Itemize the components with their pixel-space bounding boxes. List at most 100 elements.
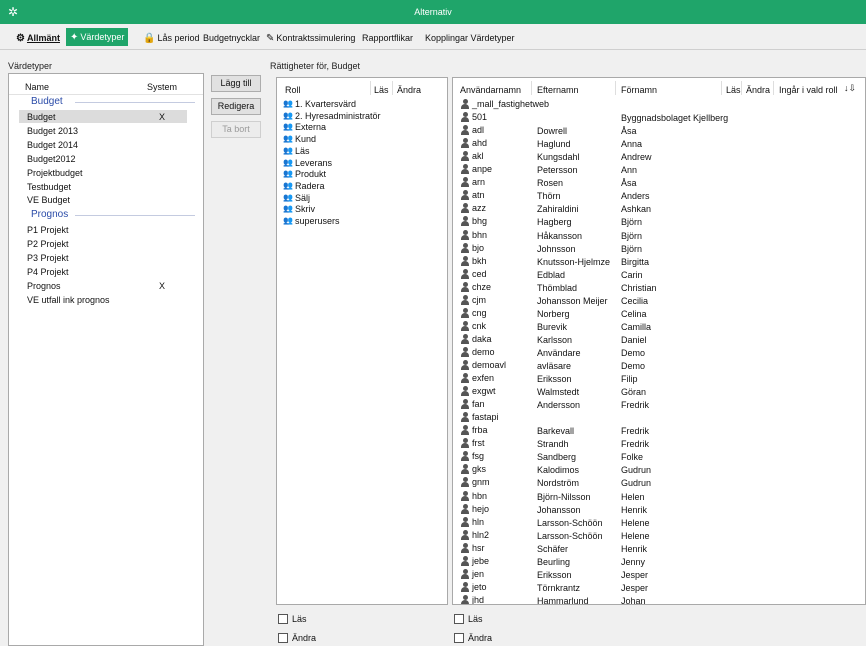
user-username[interactable]: atn [472, 190, 485, 200]
user-username[interactable]: bjo [472, 243, 484, 253]
role-item[interactable]: Läs [295, 146, 310, 156]
user-icon [461, 138, 469, 149]
roles-read-checkbox[interactable] [278, 614, 288, 624]
user-username[interactable]: exgwt [472, 386, 496, 396]
user-icon [461, 386, 469, 397]
user-username[interactable]: hbn [472, 491, 487, 501]
role-item[interactable]: 2. Hyresadministratör [295, 111, 381, 121]
column-header-role[interactable]: Roll [285, 85, 301, 95]
user-username[interactable]: demo [472, 347, 495, 357]
user-icon [461, 503, 469, 514]
list-item-name: P2 Projekt [27, 239, 69, 250]
tab-rapportflikar[interactable]: Rapportflikar [362, 30, 413, 46]
roles-read-label: Läs [292, 614, 307, 624]
edit-button[interactable]: Redigera [211, 98, 261, 115]
user-icon-head [463, 294, 468, 300]
tab-kopplingar-vardetyper[interactable]: Kopplingar Värdetyper [425, 30, 515, 46]
user-username[interactable]: hejo [472, 504, 489, 514]
user-icon [461, 581, 469, 592]
role-item[interactable]: Kund [295, 134, 316, 144]
role-item[interactable]: Radera [295, 181, 325, 191]
user-lastname: Eriksson [537, 569, 572, 580]
tab-budgetnycklar[interactable]: Budgetnycklar [203, 30, 260, 46]
user-username[interactable]: cnk [472, 321, 486, 331]
tab-kontraktssimulering[interactable]: ✎ Kontraktssimulering [266, 30, 355, 46]
user-username[interactable]: fan [472, 399, 485, 409]
user-username[interactable]: akl [472, 151, 484, 161]
user-username[interactable]: ahd [472, 138, 487, 148]
roles-list[interactable]: Roll Läs Ändra 👥 1. Kvartersvärd 👥 2. Hyresadm… [276, 77, 448, 605]
column-header-change[interactable]: Ändra [397, 85, 421, 95]
user-username[interactable]: bkh [472, 256, 487, 266]
user-firstname: Fredrik [621, 400, 650, 411]
user-icon-body [461, 338, 469, 344]
user-username[interactable]: cjm [472, 295, 486, 305]
user-username[interactable]: gks [472, 464, 486, 474]
user-username[interactable]: azz [472, 203, 486, 213]
column-header-firstname[interactable]: Förnamn [621, 85, 657, 95]
role-item[interactable]: 1. Kvartersvärd [295, 99, 356, 109]
tab-vardetyper[interactable]: ✦ Värdetyper [66, 28, 129, 46]
user-username[interactable]: exfen [472, 373, 494, 383]
user-username[interactable]: gnm [472, 477, 490, 487]
user-username[interactable]: frba [472, 425, 488, 435]
list-item-name: P4 Projekt [27, 267, 69, 277]
user-username[interactable]: bhn [472, 230, 487, 240]
user-username[interactable]: chze [472, 282, 491, 292]
values-list[interactable]: Name System Budget Budget X Budget 2013 Budget… [8, 73, 204, 646]
user-firstname: Johan [621, 595, 646, 605]
role-item[interactable]: Leverans [295, 158, 332, 168]
user-username[interactable]: 501 [472, 112, 487, 122]
add-button[interactable]: Lägg till [211, 75, 261, 92]
role-item[interactable]: Produkt [295, 169, 326, 179]
user-username[interactable]: _mall_fastighetweb [472, 99, 549, 109]
user-username[interactable]: daka [472, 334, 492, 344]
user-username[interactable]: frst [472, 438, 485, 448]
user-icon-body [461, 521, 469, 527]
user-username[interactable]: demoavl [472, 360, 506, 370]
user-username[interactable]: fastapi [472, 412, 499, 422]
column-header-system[interactable]: System [147, 82, 177, 92]
users-read-checkbox[interactable] [454, 614, 464, 624]
user-icon [461, 255, 469, 266]
user-username[interactable]: hsr [472, 543, 485, 553]
user-username[interactable]: bhg [472, 216, 487, 226]
column-header-change[interactable]: Ändra [746, 85, 770, 95]
delete-button[interactable]: Ta bort [211, 121, 261, 138]
user-username[interactable]: arn [472, 177, 485, 187]
user-username[interactable]: jeto [472, 582, 487, 592]
role-item[interactable]: Externa [295, 122, 326, 132]
user-username[interactable]: jebe [472, 556, 489, 566]
column-header-read[interactable]: Läs [726, 85, 741, 95]
user-username[interactable]: jen [472, 569, 484, 579]
users-change-checkbox[interactable] [454, 633, 464, 643]
user-username[interactable]: ced [472, 269, 487, 279]
group-users-icon: 👥 [283, 169, 293, 179]
user-lastname: Thömblad [537, 282, 578, 293]
role-item[interactable]: superusers [295, 216, 340, 226]
role-item[interactable]: Sälj [295, 193, 310, 203]
user-username[interactable]: anpe [472, 164, 492, 174]
column-header-read[interactable]: Läs [374, 85, 389, 95]
column-header-username[interactable]: Användarnamn [460, 85, 521, 95]
user-username[interactable]: cng [472, 308, 487, 318]
user-username[interactable]: hln [472, 517, 484, 527]
column-header-in-role[interactable]: Ingår i vald roll [779, 85, 838, 95]
user-icon-body [461, 234, 469, 240]
roles-change-checkbox[interactable] [278, 633, 288, 643]
column-header-lastname[interactable]: Efternamn [537, 85, 579, 95]
role-item[interactable]: Skriv [295, 204, 315, 214]
tab-allmant[interactable]: ⚙ Allmänt [16, 30, 60, 46]
sort-icon[interactable]: ↓⇩ [844, 83, 856, 94]
user-icon-body [461, 247, 469, 253]
user-username[interactable]: jhd [472, 595, 484, 604]
user-icon-head [463, 555, 468, 561]
user-username[interactable]: adl [472, 125, 484, 135]
user-firstname: Björn [621, 230, 643, 241]
users-list[interactable]: Användarnamn Efternamn Förnamn Läs Ändra Ingå… [452, 77, 866, 605]
user-lastname: avläsare [537, 361, 572, 371]
user-username[interactable]: fsg [472, 451, 484, 461]
column-header-name[interactable]: Name [25, 82, 49, 92]
user-username[interactable]: hln2 [472, 530, 489, 540]
tab-las-period[interactable]: 🔒 Lås period [143, 30, 199, 46]
